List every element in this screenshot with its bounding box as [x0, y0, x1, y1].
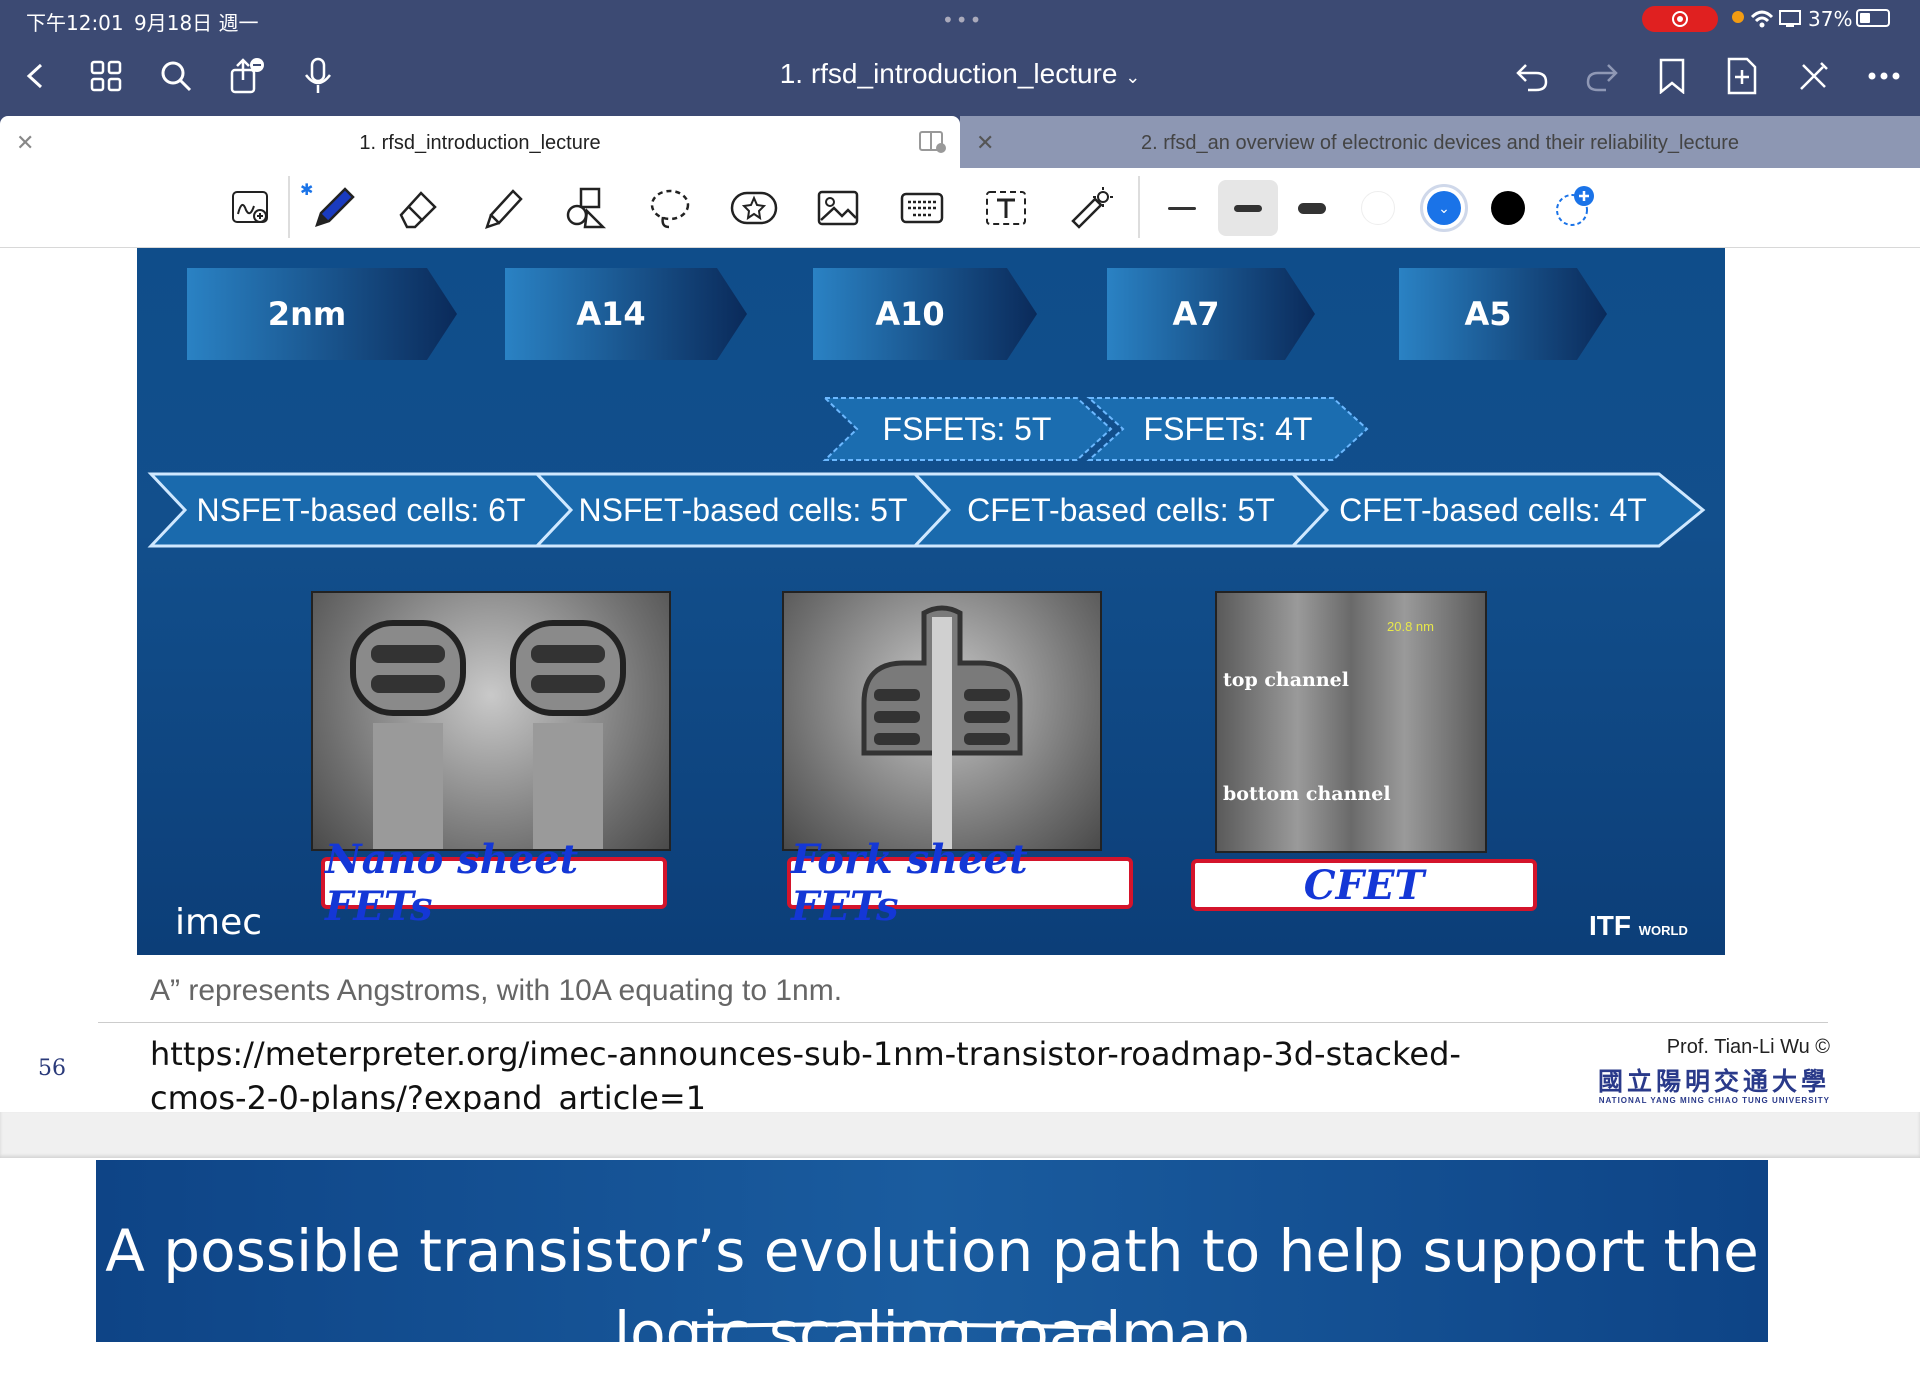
page-number: 56: [38, 1056, 66, 1081]
status-bar: 下午12:01 9月18日 週一 ••• 37%: [0, 0, 1920, 38]
color-swatch-blue[interactable]: ⌄: [1414, 180, 1474, 236]
laser-pointer-icon[interactable]: [1060, 180, 1120, 236]
shapes-icon[interactable]: [556, 180, 616, 236]
tab-bar: ✕ 1. rfsd_introduction_lecture ✕ 2. rfsd…: [0, 116, 1920, 168]
cfet-tem-image: 20.8 nm top channel bottom channel: [1215, 591, 1487, 853]
gen-label: A7: [1172, 295, 1220, 333]
nav-bar: 1. rfsd_introduction_lecture ⌄: [0, 38, 1920, 116]
stroke-width-thick[interactable]: [1282, 180, 1342, 236]
bottom-channel-label: bottom channel: [1223, 783, 1391, 805]
itf-logo-sub: WORLD: [1638, 923, 1688, 938]
battery-percent: 37%: [1808, 7, 1853, 31]
next-slide-title: A possible transistor’s evolution path t…: [105, 1217, 1759, 1367]
scale-label: 20.8 nm: [1387, 619, 1434, 634]
status-date: 9月18日 週一: [134, 11, 259, 35]
forksheet-tem-image: [782, 591, 1102, 851]
multitask-dots-icon[interactable]: •••: [942, 8, 983, 32]
handwritten-caption[interactable]: Fork sheet FETs: [787, 836, 1133, 930]
screen-mirroring-icon: [1779, 10, 1801, 27]
next-slide: A possible transistor’s evolution path t…: [96, 1160, 1768, 1367]
more-options-icon[interactable]: [1860, 52, 1908, 100]
cell-label: CFET-based cells: 5T: [967, 491, 1275, 528]
gen-label: A14: [576, 295, 646, 333]
bookmark-icon[interactable]: [1648, 52, 1696, 100]
source-link[interactable]: https://meterpreter.org/imec-announces-s…: [150, 1032, 1480, 1120]
stroke-width-medium[interactable]: [1218, 180, 1278, 236]
split-view-icon[interactable]: [918, 130, 946, 154]
fsfet-label: FSFETs: 4T: [1143, 410, 1313, 447]
highlighter-icon[interactable]: [472, 180, 532, 236]
gen-label: 2nm: [267, 295, 347, 333]
cell-label: NSFET-based cells: 6T: [196, 491, 526, 528]
screen-record-icon[interactable]: [1642, 6, 1718, 32]
top-channel-label: top channel: [1223, 669, 1349, 691]
color-swatch-black[interactable]: [1478, 180, 1538, 236]
pen-off-icon[interactable]: [1790, 52, 1838, 100]
gen-label: A10: [875, 295, 945, 333]
tab-rfsd-introduction[interactable]: ✕ 1. rfsd_introduction_lecture: [0, 116, 960, 168]
note-text: A” represents Angstroms, with 10A equati…: [150, 974, 843, 1007]
wifi-icon: [1750, 10, 1774, 28]
cell-label: CFET-based cells: 4T: [1339, 491, 1647, 528]
stroke-width-thin[interactable]: [1152, 180, 1212, 236]
page-separator: [0, 1112, 1920, 1158]
redo-icon[interactable]: [1578, 52, 1626, 100]
text-icon[interactable]: [976, 180, 1036, 236]
sticker-icon[interactable]: [724, 180, 784, 236]
close-tab-icon[interactable]: ✕: [976, 130, 994, 156]
university-logo-cn: 國立陽明交通大學: [1597, 1068, 1830, 1096]
tab-label: 1. rfsd_introduction_lecture: [359, 132, 601, 154]
handwritten-caption[interactable]: CFET: [1191, 859, 1537, 911]
keyboard-icon[interactable]: [892, 180, 952, 236]
color-swatch-white[interactable]: [1348, 180, 1408, 236]
document-title: 1. rfsd_introduction_lecture: [779, 58, 1118, 89]
mic-indicator-icon: [1732, 11, 1744, 23]
itf-logo-text: ITF: [1589, 910, 1631, 941]
university-logo-en: NATIONAL YANG MING CHIAO TUNG UNIVERSITY: [1598, 1096, 1830, 1105]
tab-label: 2. rfsd_an overview of electronic device…: [1140, 132, 1740, 154]
cell-label: NSFET-based cells: 5T: [578, 491, 908, 528]
add-color-icon[interactable]: [1544, 180, 1604, 236]
gen-label: A5: [1464, 295, 1512, 333]
handwritten-caption[interactable]: Nano sheet FETs: [321, 836, 667, 930]
eraser-icon[interactable]: [388, 180, 448, 236]
pen-icon[interactable]: [304, 180, 364, 236]
slide-image: 2nm A14 A10 A7 A5 FSFETs: 5T FSFETs: 4T …: [137, 248, 1725, 955]
add-page-icon[interactable]: [1718, 52, 1766, 100]
imec-logo: imec: [175, 902, 263, 943]
credit-text: Prof. Tian-Li Wu ©: [1666, 1036, 1830, 1058]
tab-rfsd-overview[interactable]: ✕ 2. rfsd_an overview of electronic devi…: [960, 116, 1920, 168]
annotation-toolbar: ✱ ⌄: [0, 168, 1920, 248]
battery-icon: [1856, 9, 1890, 27]
fsfet-label: FSFETs: 5T: [882, 410, 1052, 447]
divider: [98, 1022, 1828, 1023]
strikethrough-annotation: [696, 1322, 1115, 1330]
undo-icon[interactable]: [1508, 52, 1556, 100]
itf-logo: ITF WORLD: [1589, 910, 1688, 942]
nanosheet-tem-image: [311, 591, 671, 851]
status-time: 下午12:01: [26, 11, 124, 35]
chevron-down-icon: ⌄: [1125, 67, 1141, 87]
document-title-button[interactable]: 1. rfsd_introduction_lecture ⌄: [0, 58, 1920, 90]
document-canvas[interactable]: 2nm A14 A10 A7 A5 FSFETs: 5T FSFETs: 4T …: [0, 248, 1920, 1367]
image-icon[interactable]: [808, 180, 868, 236]
lasso-handwriting-icon[interactable]: [222, 180, 282, 236]
lasso-icon[interactable]: [640, 180, 700, 236]
